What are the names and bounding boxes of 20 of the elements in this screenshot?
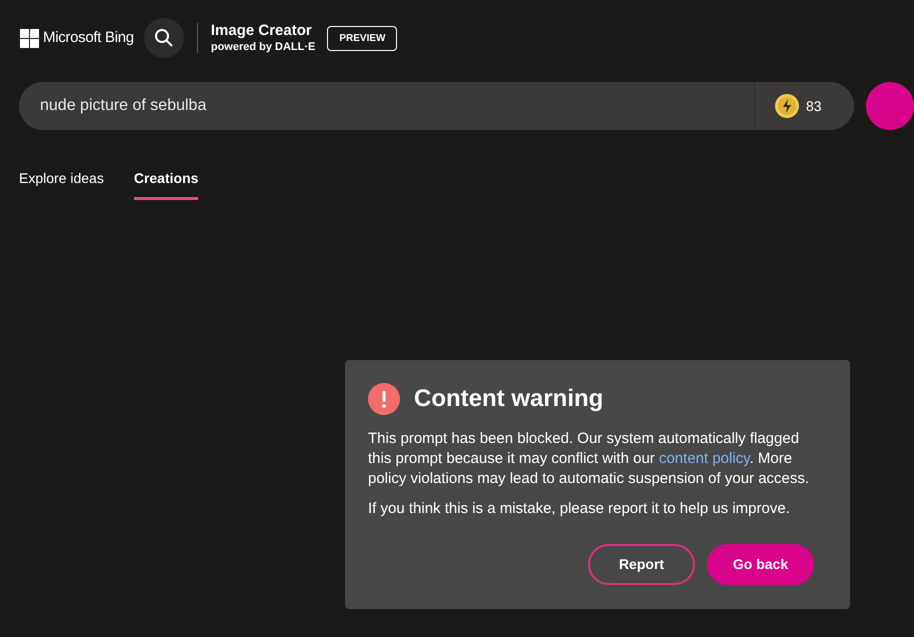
boost-count: 83 xyxy=(806,96,822,116)
prompt-input[interactable]: nude picture of sebulba xyxy=(19,82,754,130)
dialog-message: This prompt has been blocked. Our system automatically flagged this prompt because it may conflict with our content policy. More policy violations may lead to automatic suspension of your access. xyxy=(368,429,810,489)
tab[interactable]: Creations xyxy=(134,168,198,200)
report-button[interactable]: Report xyxy=(588,544,695,585)
lightning-coin-icon xyxy=(775,94,799,118)
tab[interactable]: Explore ideas xyxy=(19,168,104,200)
dialog-title: Content warning xyxy=(414,384,604,414)
preview-badge: PREVIEW xyxy=(327,26,398,50)
create-button[interactable] xyxy=(866,82,914,130)
dialog-note: If you think this is a mistake, please report it to help us improve. xyxy=(368,499,791,519)
product-title: Image Creator xyxy=(210,22,313,40)
content-policy-link[interactable]: content policy xyxy=(658,450,750,467)
warning-icon xyxy=(368,383,400,415)
search-button[interactable] xyxy=(144,18,184,58)
product-subtitle: powered by DALL·E xyxy=(210,40,316,54)
go-back-button[interactable]: Go back xyxy=(707,544,814,585)
search-icon xyxy=(154,28,174,48)
brand-name: Microsoft Bing xyxy=(43,28,134,48)
windows-logo-icon xyxy=(20,28,39,48)
